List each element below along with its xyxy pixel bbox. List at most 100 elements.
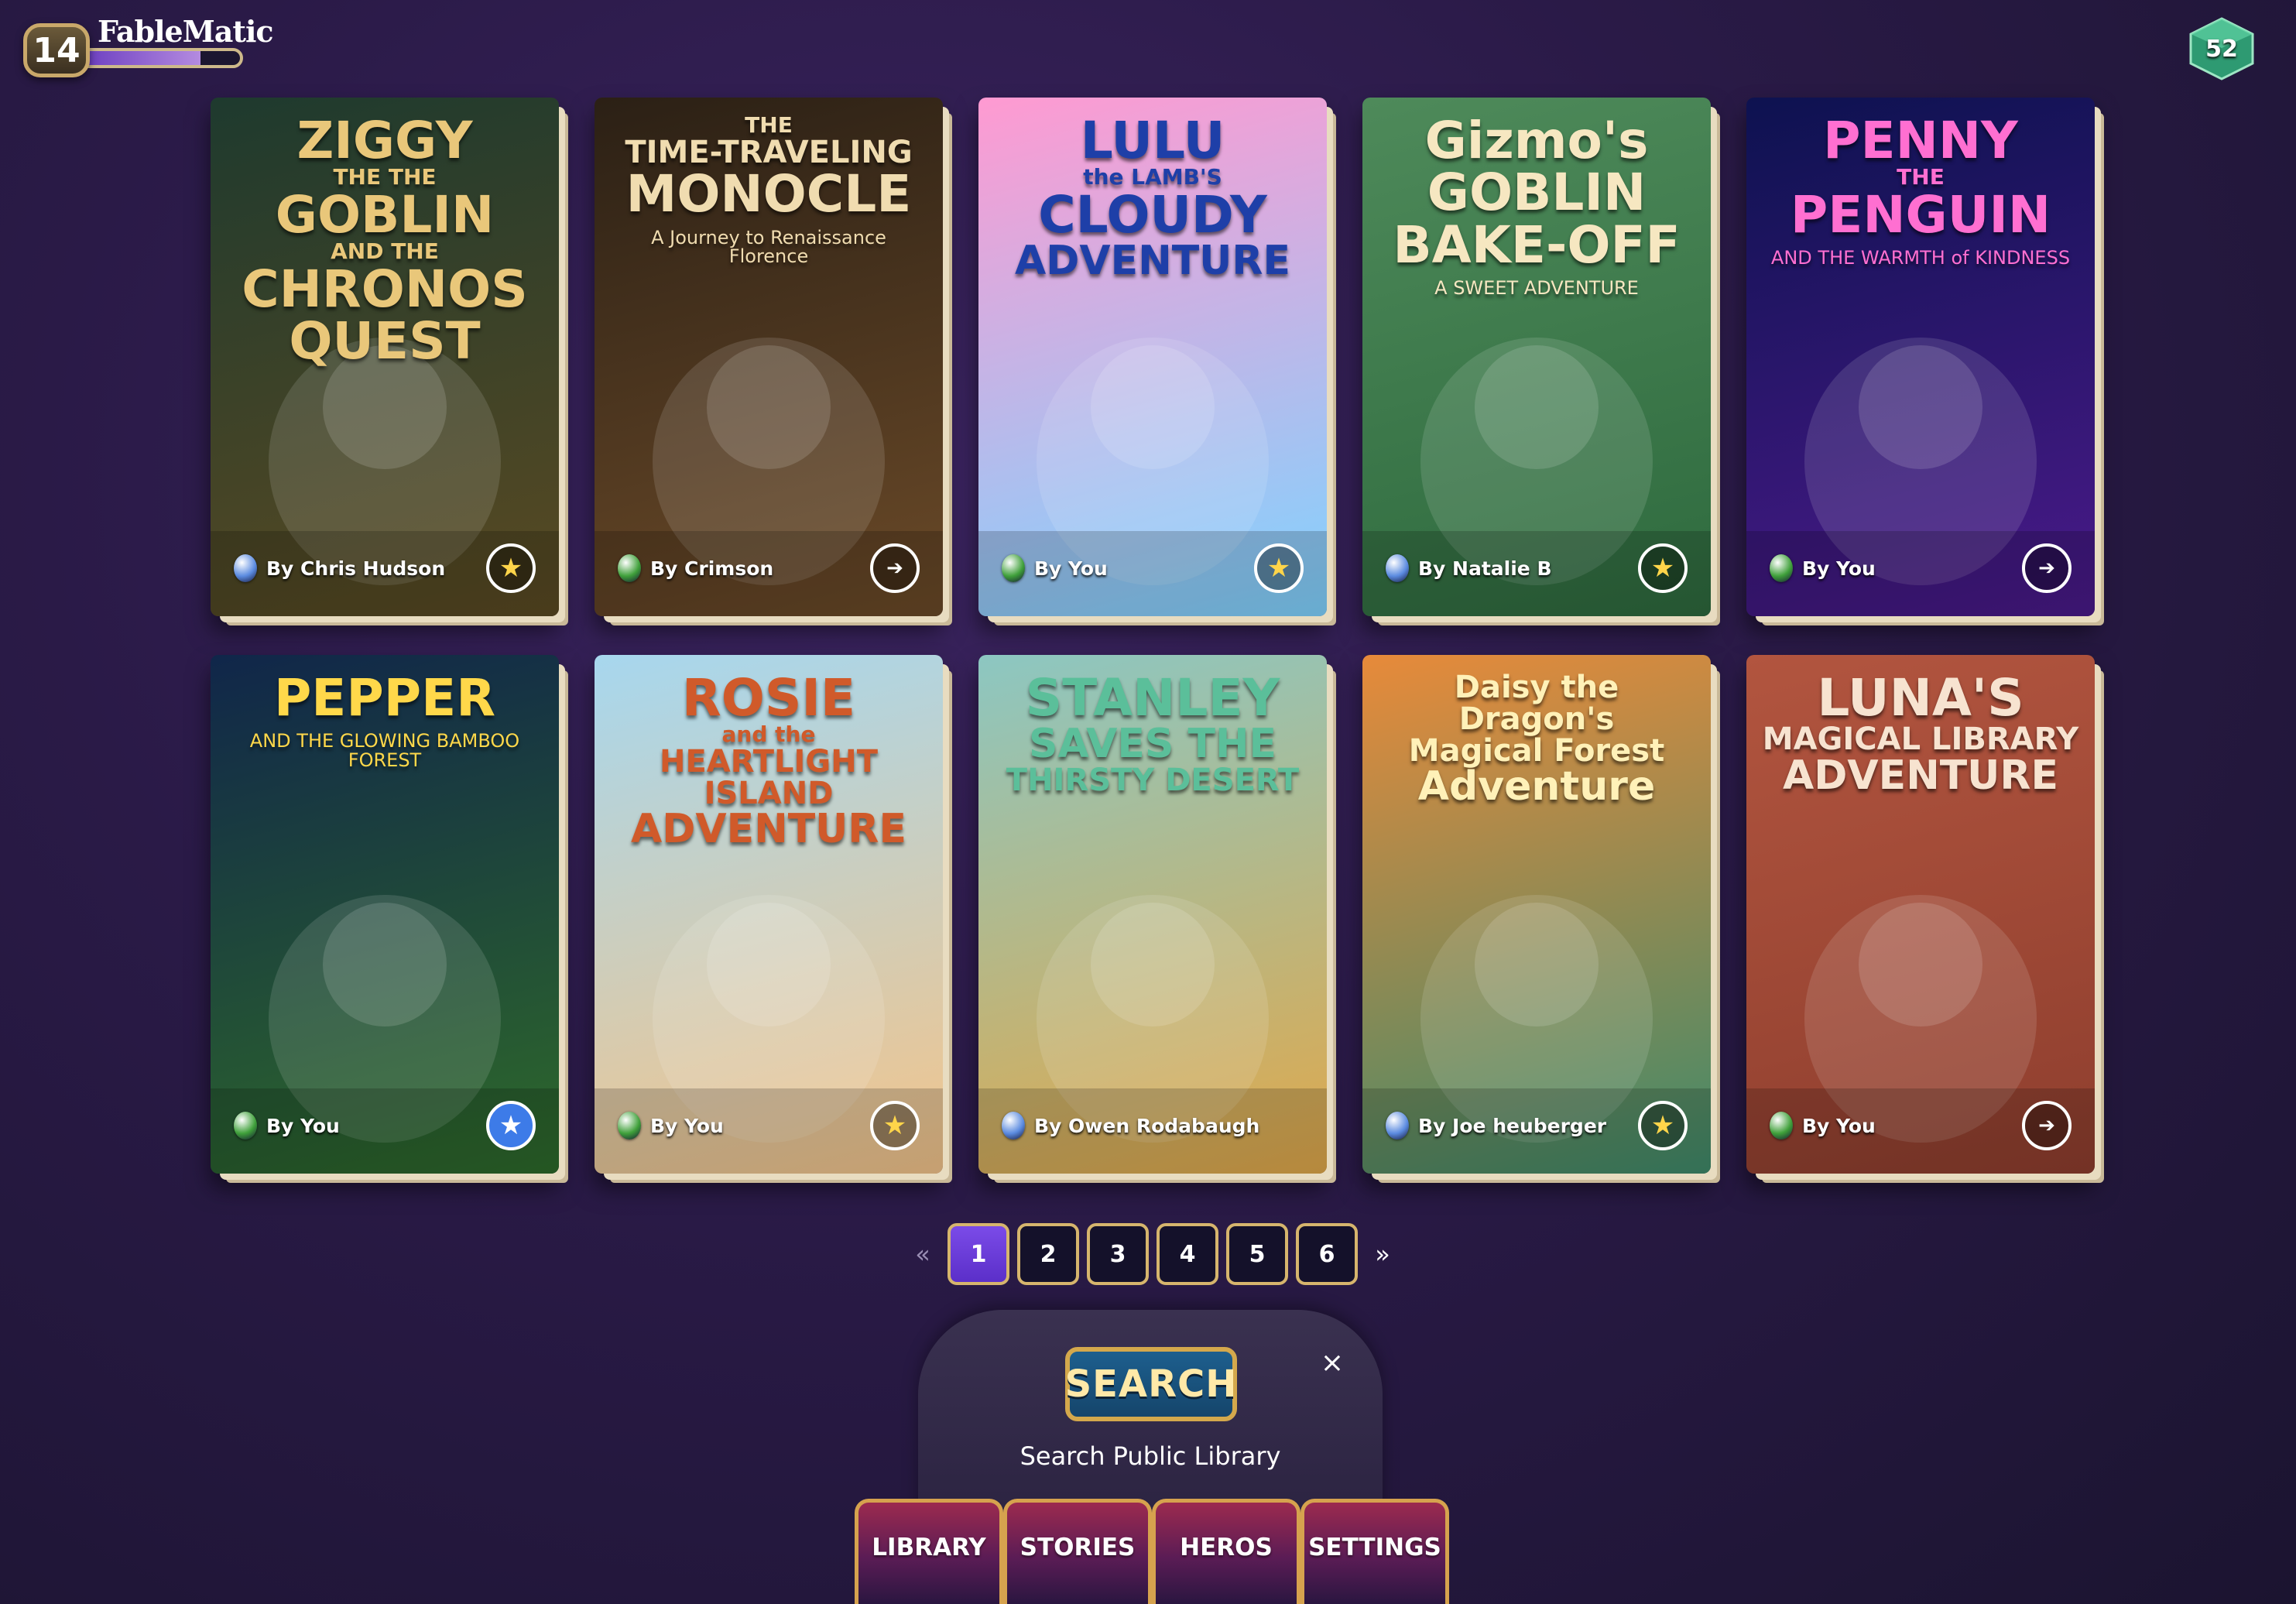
book-card[interactable]: THE TIME-TRAVELING MONOCLE A Journey to Ren… xyxy=(595,98,943,616)
book-subtitle: AND THE WARMTH of KINDNESS xyxy=(1770,247,2071,269)
page-button[interactable]: 5 xyxy=(1226,1223,1288,1285)
book-title: Daisy the Dragon's Magical Forest Adventur… xyxy=(1378,672,1695,807)
book-title-line: MONOCLE xyxy=(625,164,912,224)
book-title: ROSIE and the HEARTLIGHT ISLAND ADVENTURE xyxy=(610,672,927,850)
book-title-line: BAKE-OFF xyxy=(1393,214,1681,275)
author-name: By You xyxy=(266,1114,340,1137)
book-title-line: STANLEY xyxy=(1025,668,1280,728)
tab-heros[interactable]: HEROS xyxy=(1152,1499,1300,1604)
next-page-button[interactable]: » xyxy=(1366,1239,1400,1269)
author-name: By Crimson xyxy=(650,557,774,580)
star-icon[interactable]: ★ xyxy=(1638,1101,1688,1150)
tab-stories[interactable]: STORIES xyxy=(1003,1499,1152,1604)
book-title: LULU the LAMB'S CLOUDY ADVENTURE xyxy=(994,115,1311,282)
pagination: « 1 2 3 4 5 6 » xyxy=(906,1223,1400,1285)
book-title-line: CHRONOS xyxy=(242,259,528,319)
author-gem-icon xyxy=(1002,1112,1025,1140)
book-title-line: Magical Forest xyxy=(1408,732,1665,769)
author-gem-icon xyxy=(1770,1112,1793,1140)
book-title: Gizmo's GOBLIN BAKE-OFF A SWEET ADVENTURE xyxy=(1378,111,1695,298)
book-author: By Owen Rodabaugh xyxy=(1002,1112,1259,1140)
author-gem-icon xyxy=(1386,554,1409,582)
author-gem-icon xyxy=(618,1112,641,1140)
book-title-line: GOBLIN xyxy=(1427,163,1647,223)
page-button[interactable]: 1 xyxy=(948,1223,1009,1285)
book-author: By Crimson xyxy=(618,554,773,582)
star-icon[interactable]: ★ xyxy=(486,1101,536,1150)
book-title: PENNY THE PENGUIN AND THE WARMTH of KINDNES… xyxy=(1762,115,2079,268)
book-title-line: ADVENTURE xyxy=(1015,238,1290,285)
book-card[interactable]: LUNA'S MAGICAL LIBRARY ADVENTURE By You ➔ xyxy=(1746,655,2095,1174)
author-gem-icon xyxy=(618,554,641,582)
author-gem-icon xyxy=(1002,554,1025,582)
book-title-line: LULU xyxy=(1080,111,1225,170)
book-author: By Natalie B xyxy=(1386,554,1552,582)
book-title-line: LUNA'S xyxy=(1817,668,2024,728)
app-brand: FableMatic xyxy=(98,14,274,49)
book-title-line: MAGICAL LIBRARY xyxy=(1762,721,2079,758)
prev-page-button[interactable]: « xyxy=(906,1239,940,1269)
book-title-line: CLOUDY xyxy=(1038,184,1267,245)
bottom-nav: LIBRARY STORIES HEROS SETTINGS xyxy=(855,1499,1449,1604)
book-card[interactable]: PEPPER AND THE GLOWING BAMBOO FOREST By Yo… xyxy=(211,655,559,1174)
book-card[interactable]: STANLEY SAVES THE THIRSTY DESERT By Owen Ro… xyxy=(978,655,1327,1174)
app-root: 14 FableMatic 52 ZIGGY THE THE GOBLIN AND T… xyxy=(0,0,2296,1604)
book-card[interactable]: LULU the LAMB'S CLOUDY ADVENTURE By You ★ xyxy=(978,98,1327,616)
book-card[interactable]: Gizmo's GOBLIN BAKE-OFF A SWEET ADVENTURE By… xyxy=(1362,98,1711,616)
book-title-line: SAVES THE xyxy=(1029,721,1277,768)
book-title-line: Adventure xyxy=(1417,763,1656,811)
star-icon[interactable]: ★ xyxy=(1638,543,1688,593)
book-title: PEPPER AND THE GLOWING BAMBOO FOREST xyxy=(226,672,543,769)
book-title-line: ADVENTURE xyxy=(631,806,906,853)
book-title-line: HEARTLIGHT ISLAND xyxy=(659,743,878,811)
author-name: By Joe heuberger xyxy=(1418,1114,1607,1137)
gem-count: 52 xyxy=(2205,35,2238,63)
search-button[interactable]: SEARCH xyxy=(1065,1347,1237,1421)
read-arrow-icon[interactable]: ➔ xyxy=(870,543,920,593)
book-title-line: ZIGGY xyxy=(296,111,473,170)
book-title-line: THIRSTY DESERT xyxy=(1006,763,1300,799)
star-icon[interactable]: ★ xyxy=(870,1101,920,1150)
tab-settings[interactable]: SETTINGS xyxy=(1300,1499,1449,1604)
author-name: By Chris Hudson xyxy=(266,557,446,580)
read-arrow-icon[interactable]: ➔ xyxy=(2022,1101,2072,1150)
book-card[interactable]: Daisy the Dragon's Magical Forest Adventur… xyxy=(1362,655,1711,1174)
book-author: By You xyxy=(618,1112,724,1140)
search-caption: Search Public Library xyxy=(1019,1441,1281,1471)
page-button[interactable]: 2 xyxy=(1017,1223,1079,1285)
book-subtitle: AND THE GLOWING BAMBOO FOREST xyxy=(249,730,520,771)
page-button[interactable]: 3 xyxy=(1087,1223,1149,1285)
author-name: By You xyxy=(650,1114,724,1137)
book-title: ZIGGY THE THE GOBLIN AND THE CHRONOS QUEST xyxy=(226,111,543,372)
page-button[interactable]: 6 xyxy=(1296,1223,1358,1285)
book-card[interactable]: ROSIE and the HEARTLIGHT ISLAND ADVENTURE By… xyxy=(595,655,943,1174)
book-title-line: TIME-TRAVELING xyxy=(625,134,913,170)
book-title-line: PEPPER xyxy=(273,668,496,728)
book-author: By You xyxy=(1770,1112,1876,1140)
author-gem-icon xyxy=(234,1112,257,1140)
tab-library[interactable]: LIBRARY xyxy=(855,1499,1003,1604)
star-icon[interactable]: ★ xyxy=(1254,543,1304,593)
book-card[interactable]: ZIGGY THE THE GOBLIN AND THE CHRONOS QUEST By … xyxy=(211,98,559,616)
star-icon[interactable]: ★ xyxy=(486,543,536,593)
read-arrow-icon[interactable]: ➔ xyxy=(2022,543,2072,593)
book-title-line: GOBLIN xyxy=(275,184,495,245)
page-button[interactable]: 4 xyxy=(1157,1223,1218,1285)
gem-counter[interactable]: 52 xyxy=(2185,17,2259,81)
book-title: THE TIME-TRAVELING MONOCLE A Journey to Ren… xyxy=(610,114,927,266)
book-title-line: PENGUIN xyxy=(1790,184,2051,245)
book-title-line: ADVENTURE xyxy=(1783,752,2058,800)
book-title-line: and the xyxy=(721,721,816,748)
level-badge[interactable]: 14 xyxy=(23,23,90,77)
book-title-line: Daisy the Dragon's xyxy=(1454,670,1619,737)
xp-progress-fill xyxy=(81,51,200,65)
book-author: By Chris Hudson xyxy=(234,554,445,582)
close-icon[interactable]: × xyxy=(1321,1347,1344,1379)
author-gem-icon xyxy=(1386,1112,1409,1140)
book-card[interactable]: PENNY THE PENGUIN AND THE WARMTH of KINDNES… xyxy=(1746,98,2095,616)
book-title-line: QUEST xyxy=(289,311,481,372)
book-title-line: Gizmo's xyxy=(1424,111,1649,170)
author-name: By You xyxy=(1802,1114,1876,1137)
author-gem-icon xyxy=(1770,554,1793,582)
book-author: By You xyxy=(1770,554,1876,582)
